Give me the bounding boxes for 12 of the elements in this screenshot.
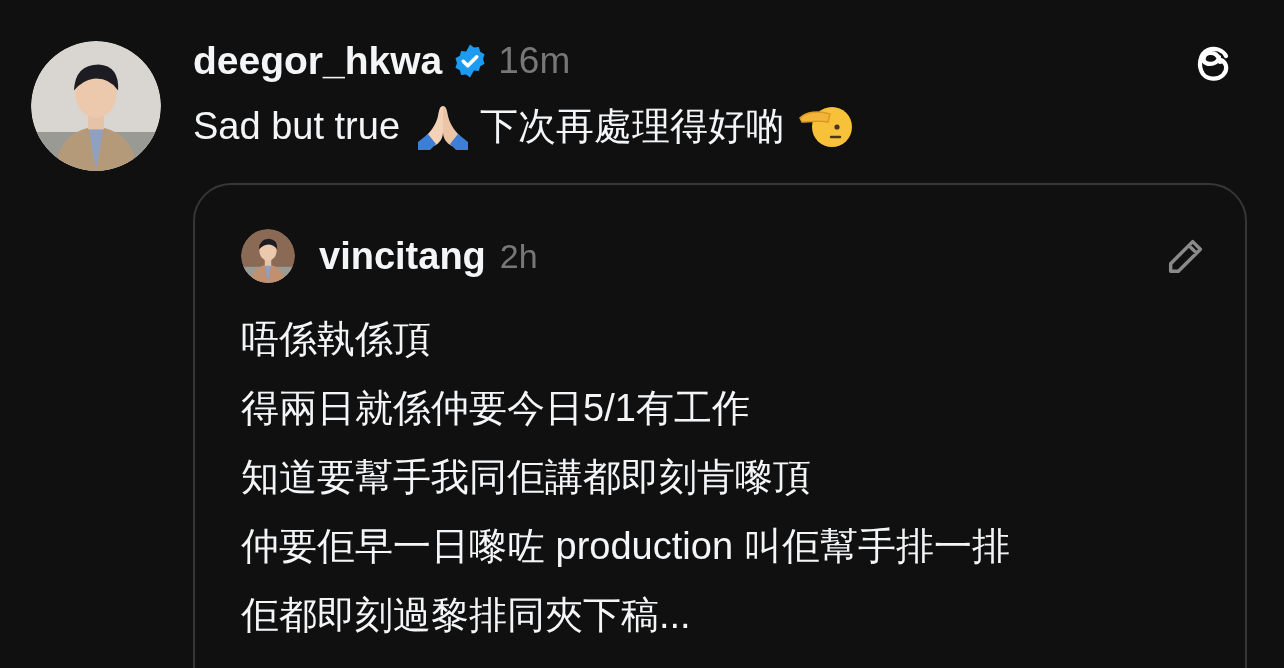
post-text-line: 仲要佢早一日嚟咗 production 叫佢幫手排一排 xyxy=(241,524,1011,569)
username[interactable]: vincitang xyxy=(319,234,486,278)
post-text-line: 知道要幫手我同佢講都即刻肯嚟頂 xyxy=(241,455,812,500)
post-text-line: 得兩日就係仲要今日5/1有工作 xyxy=(241,386,751,431)
post-text-line: 佢都即刻過黎排同夾下稿... xyxy=(241,593,692,638)
post-time: 16m xyxy=(498,40,571,82)
username[interactable]: deegor_hkwa xyxy=(193,39,443,83)
post-text: Sad but true xyxy=(193,104,401,148)
post-text: 下次再處理得好啲 xyxy=(480,103,785,149)
post-time: 2h xyxy=(499,236,538,276)
post-text-line: 唔係執係頂 xyxy=(241,317,432,362)
quoted-post-card[interactable]: vincitang 2h 唔係執係頂 得兩日就係仲要今日5/1有工作 知道要幫手我同佢講都即刻肯嚟頂 仲要佢早一日嚟咗 production 叫佢幫手排一排 佢都即刻過黎排同夾下稿... xyxy=(193,183,1247,668)
